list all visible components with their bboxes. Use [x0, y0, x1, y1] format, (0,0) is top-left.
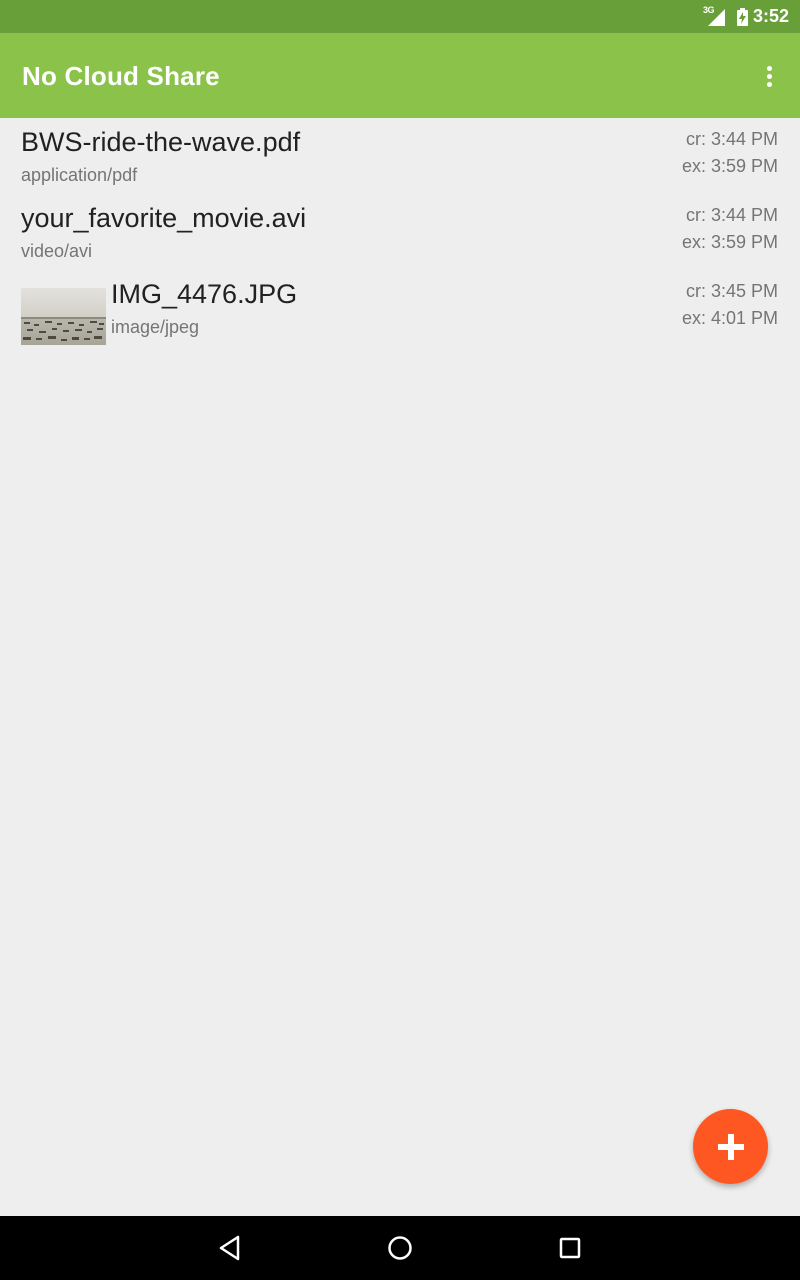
file-mime-type: video/avi — [21, 241, 93, 261]
file-name: BWS-ride-the-wave.pdf — [21, 127, 301, 157]
app-title: No Cloud Share — [22, 61, 220, 91]
signal-indicator: 3G — [703, 5, 727, 27]
nav-home-button[interactable] — [380, 1228, 420, 1268]
home-icon — [388, 1236, 412, 1260]
app-bar: No Cloud Share — [0, 33, 800, 118]
expiry-time: ex: 4:01 PM — [681, 308, 778, 328]
add-file-button[interactable] — [693, 1109, 768, 1184]
nav-recents-button[interactable] — [550, 1228, 590, 1268]
overflow-menu-dot — [766, 81, 772, 87]
file-mime-type: application/pdf — [21, 165, 138, 185]
created-time: cr: 3:44 PM — [685, 205, 778, 225]
file-name: IMG_4476.JPG — [111, 279, 298, 309]
expiry-time: ex: 3:59 PM — [681, 156, 778, 176]
created-time: cr: 3:45 PM — [685, 281, 778, 301]
harbor-photo-thumbnail — [21, 288, 106, 345]
recents-icon — [559, 1237, 581, 1259]
plus-icon — [717, 1133, 744, 1160]
file-times: cr: 3:44 PM ex: 3:59 PM — [682, 202, 778, 256]
signal-icon — [707, 8, 725, 26]
status-time: 3:52 — [752, 6, 789, 26]
navigation-bar — [0, 1216, 800, 1280]
overflow-menu-button[interactable] — [756, 61, 782, 91]
expiry-time: ex: 3:59 PM — [681, 232, 778, 252]
back-icon — [219, 1235, 240, 1261]
status-bar: 3G 3:52 — [0, 0, 800, 33]
file-name: your_favorite_movie.avi — [21, 203, 307, 233]
file-times: cr: 3:44 PM ex: 3:59 PM — [682, 126, 778, 180]
file-list-item[interactable]: IMG_4476.JPG image/jpeg cr: 3:45 PM ex: … — [0, 270, 800, 346]
overflow-menu-icon — [766, 65, 772, 71]
file-list-item[interactable]: BWS-ride-the-wave.pdf application/pdf cr… — [0, 118, 800, 194]
file-times: cr: 3:45 PM ex: 4:01 PM — [682, 278, 778, 332]
file-mime-type: image/jpeg — [111, 317, 200, 337]
file-list-item[interactable]: your_favorite_movie.avi video/avi cr: 3:… — [0, 194, 800, 270]
overflow-menu-dot — [766, 73, 772, 79]
nav-back-button[interactable] — [210, 1228, 250, 1268]
screen: 3G 3:52 No Cloud Share BWS-ride-the-wave… — [0, 0, 800, 1280]
shared-file-list: BWS-ride-the-wave.pdf application/pdf cr… — [0, 118, 800, 346]
status-icons: 3G 3:52 — [703, 0, 789, 33]
image-thumbnail — [21, 288, 106, 345]
battery-charging-icon — [736, 7, 748, 26]
created-time: cr: 3:44 PM — [685, 129, 778, 149]
